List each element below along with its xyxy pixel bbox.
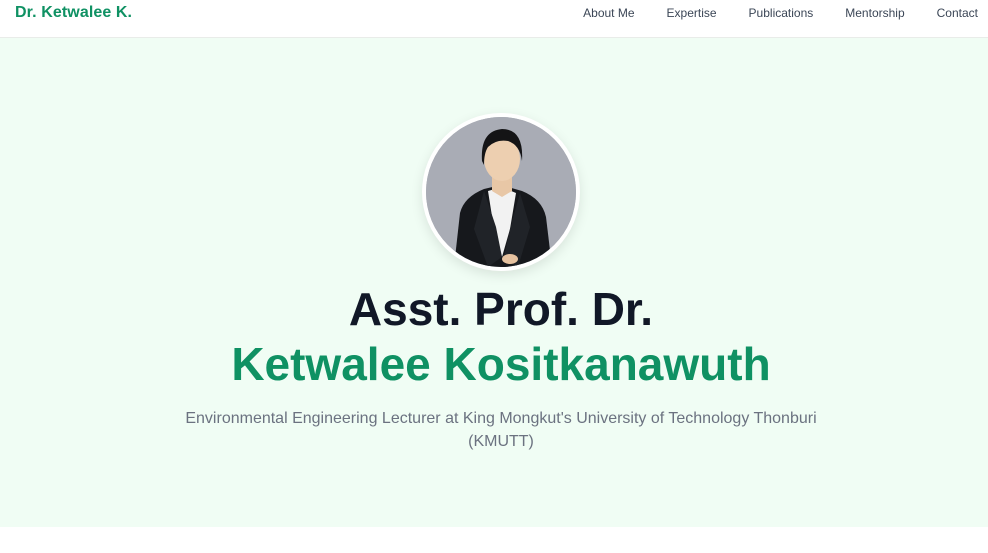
profile-photo — [426, 117, 576, 267]
nav-link-mentorship[interactable]: Mentorship — [845, 6, 904, 20]
nav-link-expertise[interactable]: Expertise — [667, 6, 717, 20]
nav-link-publications[interactable]: Publications — [749, 6, 814, 20]
nav-link-contact[interactable]: Contact — [937, 6, 978, 20]
hero-section: Asst. Prof. Dr. Ketwalee Kositkanawuth E… — [0, 38, 988, 527]
profile-photo-frame — [422, 113, 580, 271]
brand-logo-link[interactable]: Dr. Ketwalee K. — [15, 4, 132, 22]
hero-title-prefix: Asst. Prof. Dr. — [348, 283, 654, 335]
portrait-illustration — [426, 117, 576, 267]
hero-name: Ketwalee Kositkanawuth — [231, 338, 771, 390]
top-navbar: Dr. Ketwalee K. About Me Expertise Publi… — [0, 0, 988, 38]
nav-links: About Me Expertise Publications Mentorsh… — [551, 6, 978, 20]
nav-link-about-me[interactable]: About Me — [583, 6, 634, 20]
hero-subtitle: Environmental Engineering Lecturer at Ki… — [185, 410, 817, 450]
